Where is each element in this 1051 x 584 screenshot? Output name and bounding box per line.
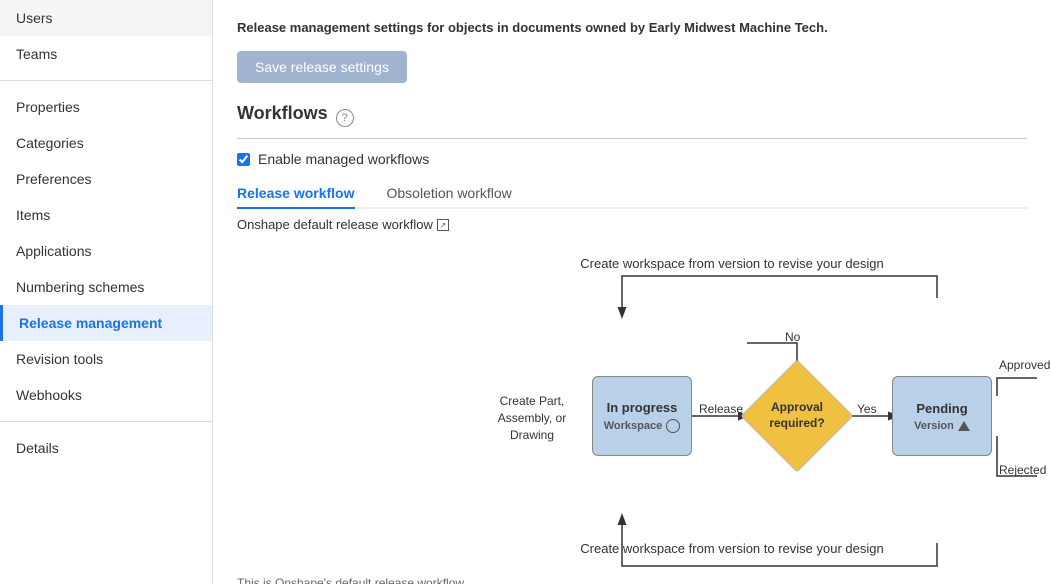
rejected-arrow-label: Rejected [999, 463, 1046, 477]
sidebar-item-teams[interactable]: Teams [0, 36, 212, 72]
section-title: Workflows [237, 103, 328, 124]
workflow-diagram: Create workspace from version to revise … [237, 248, 1037, 568]
help-icon[interactable]: ? [336, 109, 354, 127]
pending-triangle-icon [958, 421, 970, 431]
no-label: No [785, 330, 800, 344]
sidebar-item-webhooks[interactable]: Webhooks [0, 377, 212, 413]
yes-label: Yes [857, 402, 877, 416]
sidebar-item-properties[interactable]: Properties [0, 89, 212, 125]
sidebar-item-items[interactable]: Items [0, 197, 212, 233]
managed-workflows-label: Enable managed workflows [258, 151, 429, 167]
external-link-icon: ↗ [437, 219, 449, 231]
workflow-link[interactable]: Onshape default release workflow [237, 217, 433, 232]
sidebar-item-details[interactable]: Details [0, 430, 212, 466]
sidebar: Users Teams Properties Categories Prefer… [0, 0, 213, 584]
section-divider [237, 138, 1027, 139]
sidebar-item-revision[interactable]: Revision tools [0, 341, 212, 377]
approval-diamond-container: Approvalrequired? [747, 376, 847, 456]
sidebar-divider-2 [0, 421, 212, 422]
main-content: Release management settings for objects … [213, 0, 1051, 584]
approval-label: Approvalrequired? [769, 400, 824, 431]
tab-release-workflow[interactable]: Release workflow [237, 179, 355, 209]
sidebar-item-users[interactable]: Users [0, 0, 212, 36]
approved-label: Approved [999, 358, 1050, 372]
save-button[interactable]: Save release settings [237, 51, 407, 83]
diagram-bottom-label: Create workspace from version to revise … [437, 541, 1027, 556]
sidebar-item-categories[interactable]: Categories [0, 125, 212, 161]
tab-obsoletion-workflow[interactable]: Obsoletion workflow [387, 179, 512, 209]
diagram-footer: This is Onshape's default release workfl… [237, 576, 1027, 584]
create-label: Create Part, Assembly, or Drawing [492, 393, 572, 443]
in-progress-box: In progress Workspace [592, 376, 692, 456]
workspace-circle-icon [666, 419, 680, 433]
page-description: Release management settings for objects … [237, 20, 1027, 35]
sidebar-item-applications[interactable]: Applications [0, 233, 212, 269]
release-arrow-label: Release [699, 402, 743, 416]
managed-workflows-checkbox[interactable] [237, 153, 250, 166]
managed-workflows-row: Enable managed workflows [237, 151, 1027, 167]
sidebar-divider-1 [0, 80, 212, 81]
workflow-link-row: Onshape default release workflow ↗ [237, 217, 1027, 232]
tabs-row: Release workflow Obsoletion workflow [237, 179, 1027, 209]
sidebar-item-preferences[interactable]: Preferences [0, 161, 212, 197]
pending-box: Pending Version [892, 376, 992, 456]
diagram-top-label: Create workspace from version to revise … [437, 256, 1027, 271]
sidebar-item-numbering[interactable]: Numbering schemes [0, 269, 212, 305]
sidebar-item-release[interactable]: Release management [0, 305, 212, 341]
